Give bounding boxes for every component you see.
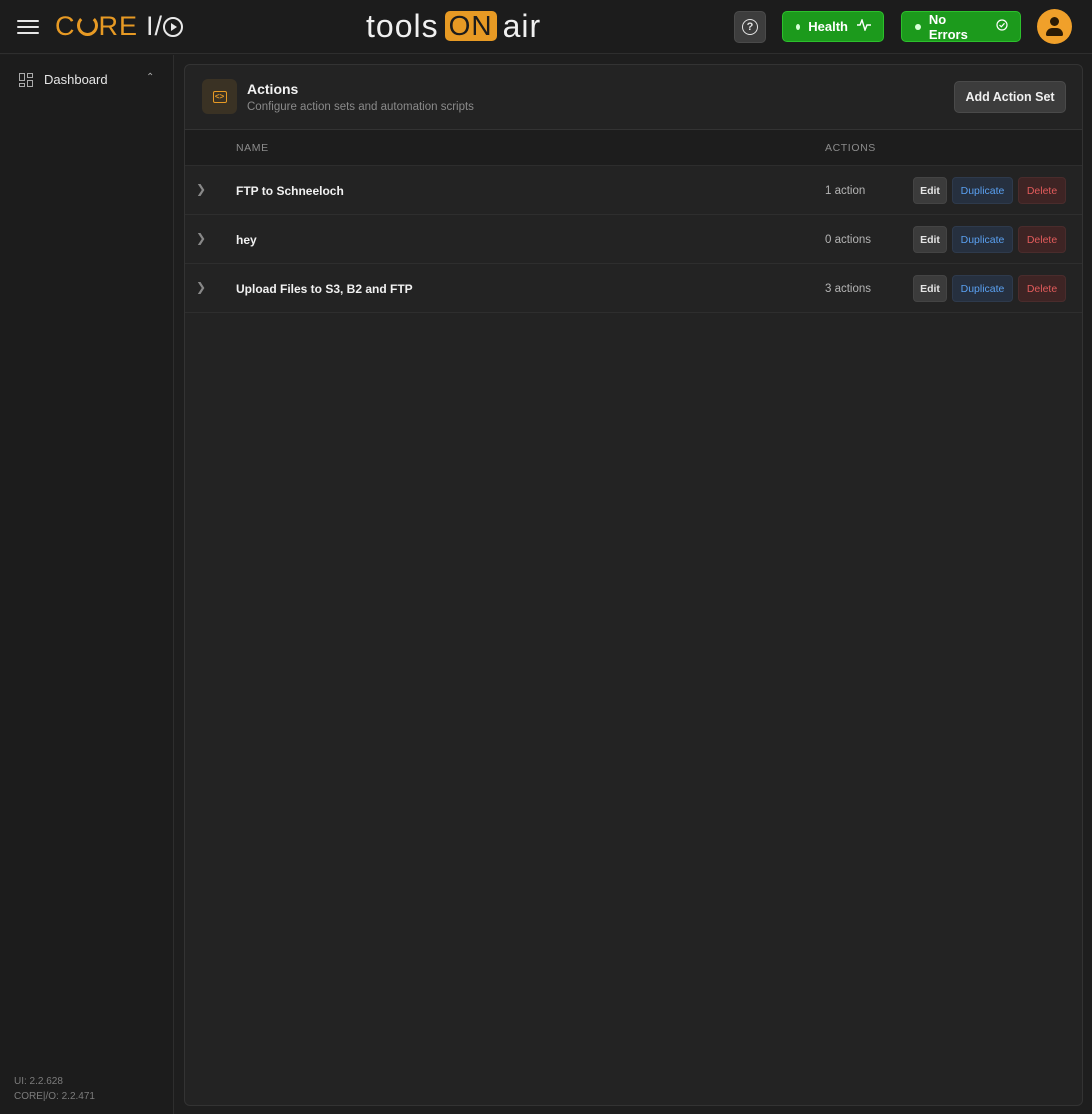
pulse-icon <box>857 17 871 34</box>
check-circle-icon <box>996 19 1008 34</box>
duplicate-button[interactable]: Duplicate <box>952 177 1013 204</box>
table-row[interactable]: ❯ FTP to Schneeloch 1 action Edit Duplic… <box>185 166 1082 215</box>
actions-card: <> Actions Configure action sets and aut… <box>184 64 1083 1106</box>
table-header: NAME ACTIONS <box>185 130 1082 166</box>
errors-button[interactable]: No Errors <box>901 11 1021 42</box>
delete-button[interactable]: Delete <box>1018 177 1066 204</box>
add-action-set-button[interactable]: Add Action Set <box>954 81 1066 113</box>
chevron-right-icon[interactable]: ❯ <box>196 280 208 294</box>
status-dot <box>796 23 801 30</box>
action-set-name: FTP to Schneeloch <box>236 184 344 198</box>
delete-button[interactable]: Delete <box>1018 226 1066 253</box>
action-set-name: hey <box>236 233 257 247</box>
health-label: Health <box>808 19 848 34</box>
action-count: 0 actions <box>825 234 872 246</box>
grid-icon <box>19 73 33 87</box>
user-avatar[interactable] <box>1037 9 1072 44</box>
sidebar: Dashboard ⌃ UI: 2.2.628 CORE|/O: 2.2.471 <box>0 55 174 1114</box>
edit-button[interactable]: Edit <box>913 275 947 302</box>
table-row[interactable]: ❯ hey 0 actions Edit Duplicate Delete <box>185 215 1082 264</box>
card-header: <> Actions Configure action sets and aut… <box>185 65 1082 130</box>
status-dot <box>915 23 921 30</box>
core-io-logo: C RE I/ <box>55 11 184 42</box>
health-button[interactable]: Health <box>782 11 884 42</box>
edit-button[interactable]: Edit <box>913 177 947 204</box>
duplicate-button[interactable]: Duplicate <box>952 275 1013 302</box>
user-icon <box>1050 17 1059 26</box>
duplicate-button[interactable]: Duplicate <box>952 226 1013 253</box>
delete-button[interactable]: Delete <box>1018 275 1066 302</box>
edit-button[interactable]: Edit <box>913 226 947 253</box>
sidebar-item-dashboard[interactable]: Dashboard ⌃ <box>0 67 173 93</box>
code-icon: <> <box>202 79 237 114</box>
page-title: Actions <box>247 81 299 97</box>
help-button[interactable]: ? <box>734 11 766 43</box>
help-icon: ? <box>742 19 758 35</box>
errors-label: No Errors <box>928 11 968 42</box>
chevron-up-icon[interactable]: ⌃ <box>146 72 154 83</box>
tools-on-air-logo: tools ON air <box>366 8 542 44</box>
page-subtitle: Configure action sets and automation scr… <box>247 101 474 113</box>
ui-version: UI: 2.2.628 <box>14 1076 63 1087</box>
action-set-name: Upload Files to S3, B2 and FTP <box>236 282 413 296</box>
sidebar-item-label: Dashboard <box>44 72 108 87</box>
core-version: CORE|/O: 2.2.471 <box>14 1091 95 1102</box>
action-count: 3 actions <box>825 283 872 295</box>
column-header-name[interactable]: NAME <box>236 142 269 154</box>
column-header-actions: ACTIONS <box>825 142 876 154</box>
chevron-right-icon[interactable]: ❯ <box>196 231 208 245</box>
menu-icon[interactable] <box>17 17 39 37</box>
action-count: 1 action <box>825 185 866 197</box>
table-row[interactable]: ❯ Upload Files to S3, B2 and FTP 3 actio… <box>185 264 1082 313</box>
chevron-right-icon[interactable]: ❯ <box>196 182 208 196</box>
top-bar: C RE I/ tools ON air ? Health No Errors <box>0 0 1092 54</box>
